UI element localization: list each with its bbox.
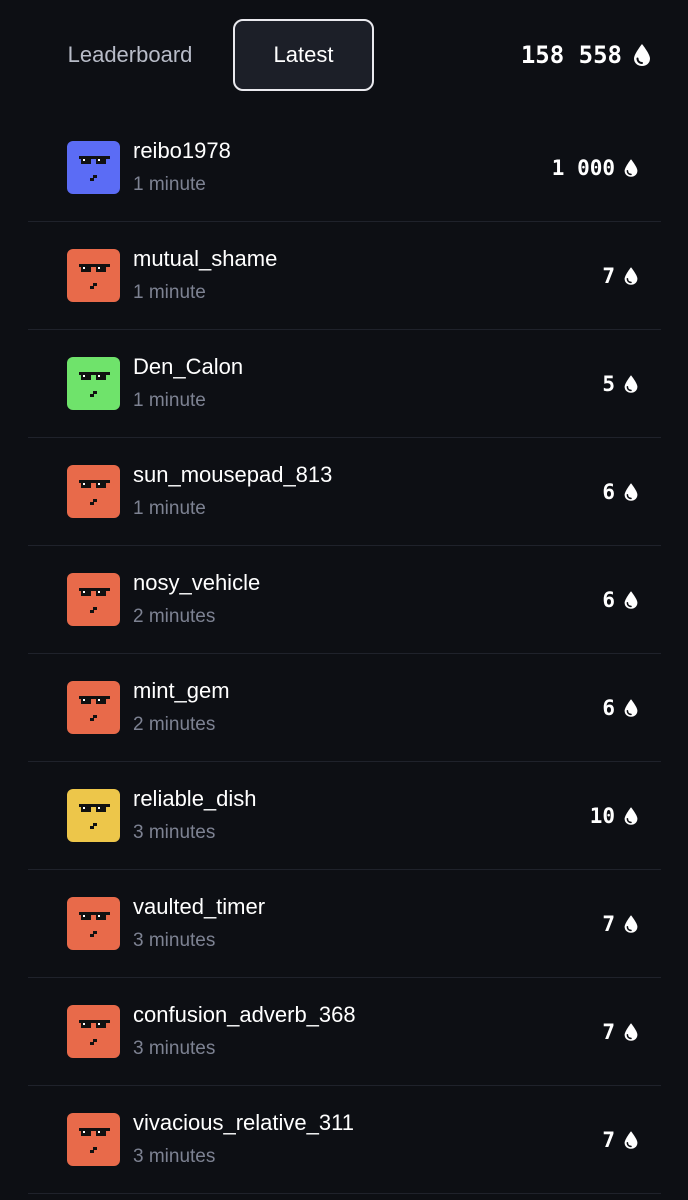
amount-value: 7: [602, 912, 615, 936]
username: reliable_dish: [133, 786, 257, 811]
list-item[interactable]: nosy_vehicle 2 minutes 6: [28, 546, 661, 654]
activity-list: reibo1978 1 minute 1 000 mutual_shame 1 …: [28, 114, 661, 1194]
amount: 7: [602, 261, 639, 291]
list-item[interactable]: vivacious_relative_311 3 minutes 7: [28, 1086, 661, 1194]
amount: 6: [602, 585, 639, 615]
list-item[interactable]: sun_mousepad_813 1 minute 6: [28, 438, 661, 546]
username: mutual_shame: [133, 246, 278, 271]
list-item[interactable]: Den_Calon 1 minute 5: [28, 330, 661, 438]
timestamp: 3 minutes: [133, 930, 216, 951]
drop-icon: [624, 1131, 638, 1149]
tab-latest[interactable]: Latest: [233, 19, 374, 91]
username: reibo1978: [133, 138, 231, 163]
balance: 158 558: [521, 36, 652, 74]
amount-value: 5: [602, 372, 615, 396]
username: mint_gem: [133, 678, 230, 703]
list-item[interactable]: mint_gem 2 minutes 6: [28, 654, 661, 762]
username: Den_Calon: [133, 354, 244, 379]
drop-icon: [624, 267, 638, 285]
amount-value: 10: [589, 804, 615, 828]
cool-face-icon: [67, 141, 120, 194]
timestamp: 1 minute: [133, 282, 206, 303]
drop-icon: [624, 375, 638, 393]
amount: 7: [602, 1017, 639, 1047]
username: confusion_adverb_368: [133, 1002, 356, 1027]
avatar: [67, 249, 120, 302]
amount-value: 6: [602, 588, 615, 612]
drop-icon: [624, 915, 638, 933]
drop-icon: [624, 807, 638, 825]
cool-face-icon: [67, 1113, 120, 1166]
list-item[interactable]: vaulted_timer 3 minutes 7: [28, 870, 661, 978]
amount-value: 6: [602, 696, 615, 720]
drop-icon: [634, 44, 650, 66]
list-item[interactable]: mutual_shame 1 minute 7: [28, 222, 661, 330]
list-item[interactable]: reliable_dish 3 minutes 10: [28, 762, 661, 870]
list-item[interactable]: confusion_adverb_368 3 minutes 7: [28, 978, 661, 1086]
amount: 1 000: [552, 153, 639, 183]
amount-value: 7: [602, 264, 615, 288]
avatar: [67, 681, 120, 734]
amount-value: 7: [602, 1020, 615, 1044]
cool-face-icon: [67, 1005, 120, 1058]
avatar: [67, 1113, 120, 1166]
amount: 5: [602, 369, 639, 399]
tab-leaderboard[interactable]: Leaderboard: [40, 22, 220, 88]
list-item[interactable]: reibo1978 1 minute 1 000: [28, 114, 661, 222]
cool-face-icon: [67, 249, 120, 302]
timestamp: 1 minute: [133, 390, 206, 411]
timestamp: 2 minutes: [133, 606, 216, 627]
username: vivacious_relative_311: [133, 1110, 354, 1135]
cool-face-icon: [67, 681, 120, 734]
amount-value: 1 000: [551, 156, 615, 180]
drop-icon: [624, 591, 638, 609]
amount: 10: [590, 801, 639, 831]
amount: 7: [602, 909, 639, 939]
amount-value: 6: [602, 480, 615, 504]
drop-icon: [624, 1023, 638, 1041]
cool-face-icon: [67, 465, 120, 518]
username: vaulted_timer: [133, 894, 266, 919]
timestamp: 3 minutes: [133, 822, 216, 843]
avatar: [67, 573, 120, 626]
username: nosy_vehicle: [133, 570, 261, 595]
drop-icon: [624, 699, 638, 717]
timestamp: 3 minutes: [133, 1038, 216, 1059]
avatar: [67, 141, 120, 194]
cool-face-icon: [67, 573, 120, 626]
avatar: [67, 789, 120, 842]
amount-value: 7: [602, 1128, 615, 1152]
avatar: [67, 357, 120, 410]
cool-face-icon: [67, 357, 120, 410]
amount: 6: [602, 693, 639, 723]
timestamp: 1 minute: [133, 174, 206, 195]
drop-icon: [624, 159, 638, 177]
amount: 7: [602, 1125, 639, 1155]
timestamp: 1 minute: [133, 498, 206, 519]
username: sun_mousepad_813: [133, 462, 333, 487]
amount: 6: [602, 477, 639, 507]
avatar: [67, 1005, 120, 1058]
cool-face-icon: [67, 789, 120, 842]
cool-face-icon: [67, 897, 120, 950]
header: Leaderboard Latest 158 558: [0, 0, 688, 110]
drop-icon: [624, 483, 638, 501]
avatar: [67, 465, 120, 518]
timestamp: 2 minutes: [133, 714, 216, 735]
timestamp: 3 minutes: [133, 1146, 216, 1167]
balance-value: 158 558: [520, 41, 622, 69]
avatar: [67, 897, 120, 950]
